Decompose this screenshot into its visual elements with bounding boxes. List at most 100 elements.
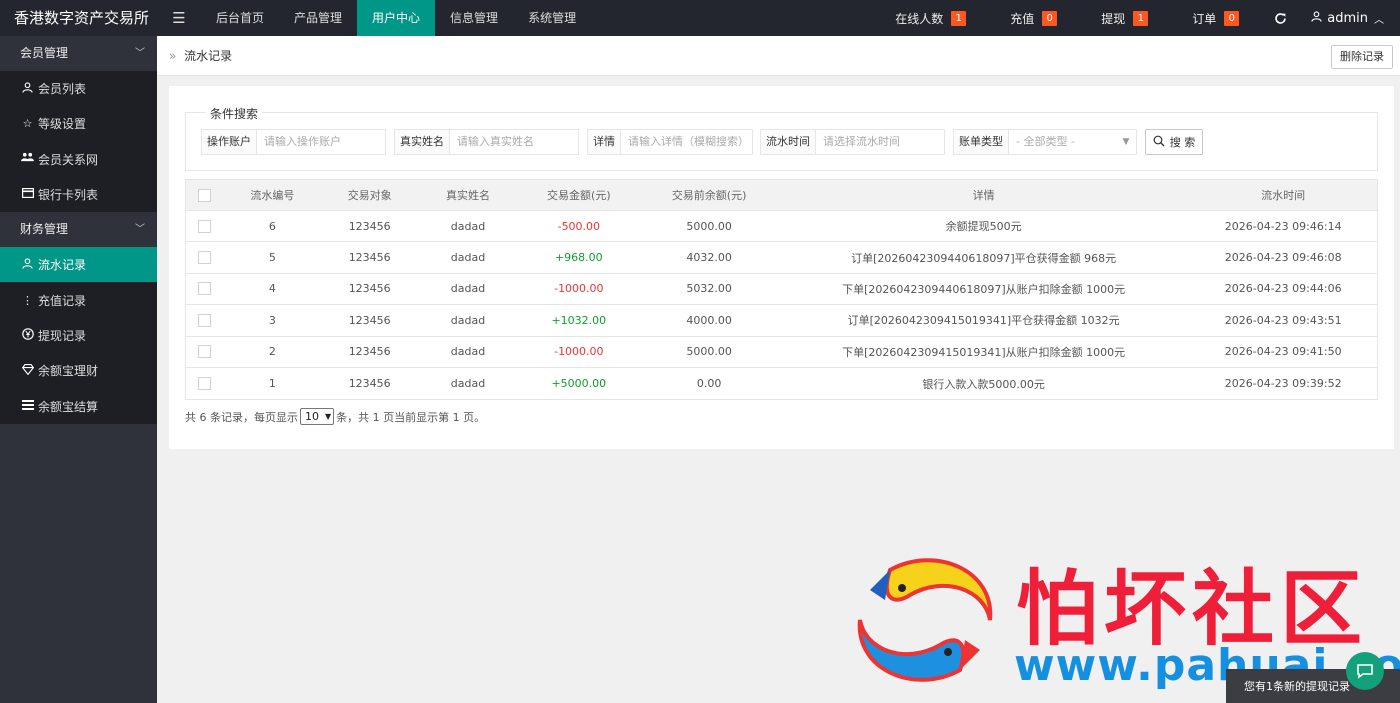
nav-info[interactable]: 信息管理 bbox=[435, 0, 513, 36]
chat-icon[interactable] bbox=[1346, 652, 1384, 690]
user-menu[interactable]: admin ︿ bbox=[1301, 0, 1400, 36]
row-checkbox[interactable] bbox=[198, 377, 212, 391]
flow-time-label: 流水时间 bbox=[761, 130, 816, 154]
column-header[interactable]: 交易对象 bbox=[321, 180, 419, 210]
flow-time-input[interactable]: 请选择流水时间 bbox=[816, 130, 944, 154]
delete-records-button[interactable]: 删除记录 bbox=[1331, 45, 1393, 69]
nav-user-center[interactable]: 用户中心 bbox=[357, 0, 436, 36]
cell-time: 2026-04-23 09:46:14 bbox=[1224, 219, 1342, 233]
table-row[interactable]: 5 123456 dadad +968.00 4032.00 订单[202604… bbox=[186, 242, 1377, 274]
stat-orders[interactable]: 订单 0 bbox=[1168, 0, 1259, 36]
nav-products[interactable]: 产品管理 bbox=[279, 0, 357, 36]
page-size-select[interactable]: 10 ▼ bbox=[300, 408, 335, 425]
user-name: admin bbox=[1327, 10, 1368, 26]
row-checkbox[interactable] bbox=[198, 219, 212, 233]
refresh-icon[interactable] bbox=[1259, 0, 1301, 36]
stat-recharge-label: 充值 bbox=[1010, 11, 1035, 26]
sidebar-item-member-network[interactable]: 会员关系网 bbox=[0, 141, 157, 177]
sidebar-item-label: 余额宝结算 bbox=[38, 399, 99, 414]
sidebar-item-bank-cards[interactable]: 银行卡列表 bbox=[0, 176, 157, 213]
yen-circle-icon bbox=[20, 328, 35, 343]
column-header[interactable]: 交易金额(元) bbox=[517, 180, 640, 210]
table-row[interactable]: 3 123456 dadad +1032.00 4000.00 订单[20260… bbox=[186, 305, 1377, 337]
cell-amount: +968.00 bbox=[554, 251, 603, 265]
sidebar-item-yuebao-finance[interactable]: 余额宝理财 bbox=[0, 353, 157, 389]
stat-recharge-badge: 0 bbox=[1042, 10, 1058, 26]
column-header[interactable]: 流水时间 bbox=[1189, 180, 1377, 210]
cell-before: 4000.00 bbox=[686, 313, 732, 327]
sidebar-item-recharge-records[interactable]: ⋮ 充值记录 bbox=[0, 282, 157, 318]
nav-home[interactable]: 后台首页 bbox=[201, 0, 279, 36]
cell-id: 1 bbox=[268, 377, 276, 391]
realname-field: 真实姓名 请输入真实姓名 bbox=[394, 129, 579, 155]
row-checkbox[interactable] bbox=[198, 345, 212, 359]
credit-card-icon bbox=[20, 188, 35, 201]
table-row[interactable]: 6 123456 dadad -500.00 5000.00 余额提现500元 … bbox=[186, 211, 1377, 243]
double-chevron-right-icon: » bbox=[169, 49, 177, 63]
sidebar-item-withdraw-records[interactable]: 提现记录 bbox=[0, 317, 157, 354]
row-checkbox-cell bbox=[186, 211, 224, 241]
stat-orders-badge: 0 bbox=[1224, 10, 1240, 26]
sidebar-item-yuebao-settlement[interactable]: 余额宝结算 bbox=[0, 388, 157, 424]
column-header[interactable]: 流水编号 bbox=[224, 180, 321, 210]
header-checkbox-cell bbox=[186, 180, 224, 210]
cell-amount: -1000.00 bbox=[554, 345, 604, 359]
stat-withdraw[interactable]: 提现 1 bbox=[1077, 0, 1168, 36]
sidebar-item-member-list[interactable]: 会员列表 bbox=[0, 71, 157, 107]
flow-table: 流水编号 交易对象 真实姓名 交易金额(元) 交易前余额(元) 详情 流水时间 … bbox=[185, 179, 1378, 401]
row-checkbox-cell bbox=[186, 305, 224, 335]
user-icon bbox=[20, 258, 35, 272]
cell-time: 2026-04-23 09:39:52 bbox=[1224, 377, 1342, 391]
sidebar-item-level-settings[interactable]: ☆ 等级设置 bbox=[0, 106, 157, 142]
nav-system[interactable]: 系统管理 bbox=[513, 0, 591, 36]
chevron-up-icon: ︿ bbox=[1374, 14, 1384, 26]
column-header[interactable]: 详情 bbox=[778, 180, 1189, 210]
cell-detail: 下单[2026042309415019341]从账户扣除金额 1000元 bbox=[842, 345, 1126, 359]
bill-type-label: 账单类型 bbox=[954, 130, 1009, 154]
table-row[interactable]: 1 123456 dadad +5000.00 0.00 银行入款入款5000.… bbox=[186, 367, 1377, 400]
cell-before: 4032.00 bbox=[686, 251, 732, 265]
realname-input[interactable]: 请输入真实姓名 bbox=[450, 130, 578, 154]
cell-name: dadad bbox=[450, 345, 486, 359]
row-checkbox[interactable] bbox=[198, 282, 212, 296]
table-row[interactable]: 2 123456 dadad -1000.00 5000.00 下单[20260… bbox=[186, 336, 1377, 368]
sidebar-group-members[interactable]: 会员管理 ﹀ bbox=[0, 36, 157, 71]
sidebar-item-label: 会员关系网 bbox=[38, 152, 99, 167]
column-header[interactable]: 交易前余额(元) bbox=[640, 180, 778, 210]
sidebar-item-flow-records[interactable]: 流水记录 bbox=[0, 247, 157, 283]
stat-online[interactable]: 在线人数 1 bbox=[871, 0, 986, 36]
account-input[interactable]: 请输入操作账户 bbox=[257, 130, 385, 154]
stat-online-label: 在线人数 bbox=[895, 11, 944, 26]
search-fieldset: 条件搜索 操作账户 请输入操作账户 真实姓名 请输入真实姓名 详情 请输入详情（… bbox=[185, 105, 1378, 171]
row-checkbox-cell bbox=[186, 274, 224, 304]
table-body: 6 123456 dadad -500.00 5000.00 余额提现500元 … bbox=[186, 211, 1377, 400]
cell-id: 3 bbox=[268, 313, 276, 327]
sidebar-group-finance[interactable]: 财务管理 ﹀ bbox=[0, 212, 157, 248]
cell-target: 123456 bbox=[348, 377, 391, 391]
row-checkbox[interactable] bbox=[198, 313, 212, 327]
list-icon bbox=[20, 399, 35, 413]
users-icon bbox=[20, 152, 35, 166]
detail-input[interactable]: 请输入详情（模糊搜索） bbox=[621, 130, 752, 154]
cell-name: dadad bbox=[450, 251, 486, 265]
column-header[interactable]: 真实姓名 bbox=[419, 180, 518, 210]
fish-logo-icon bbox=[850, 550, 1000, 690]
top-nav: 后台首页 产品管理 用户中心 信息管理 系统管理 bbox=[201, 0, 591, 36]
menu-icon[interactable]: ☰ bbox=[157, 0, 201, 36]
cell-time: 2026-04-23 09:46:08 bbox=[1224, 251, 1342, 265]
select-all-checkbox[interactable] bbox=[198, 188, 212, 202]
stat-orders-label: 订单 bbox=[1192, 11, 1217, 26]
stat-recharge[interactable]: 充值 0 bbox=[986, 0, 1077, 36]
bill-type-select[interactable]: - 全部类型 - bbox=[1009, 130, 1116, 154]
cell-id: 6 bbox=[268, 219, 276, 233]
row-checkbox[interactable] bbox=[198, 251, 212, 265]
cell-target: 123456 bbox=[348, 251, 391, 265]
stat-online-badge: 1 bbox=[951, 10, 967, 26]
cell-before: 5000.00 bbox=[686, 345, 732, 359]
table-row[interactable]: 4 123456 dadad -1000.00 5032.00 下单[20260… bbox=[186, 273, 1377, 306]
caret-down-icon[interactable]: ▼ bbox=[1116, 130, 1136, 154]
sidebar-item-label: 流水记录 bbox=[38, 258, 87, 273]
app-title: 香港数字资产交易所 bbox=[14, 9, 150, 27]
bill-type-field: 账单类型 - 全部类型 - ▼ bbox=[953, 129, 1137, 155]
search-button[interactable]: 搜 索 bbox=[1145, 129, 1203, 155]
